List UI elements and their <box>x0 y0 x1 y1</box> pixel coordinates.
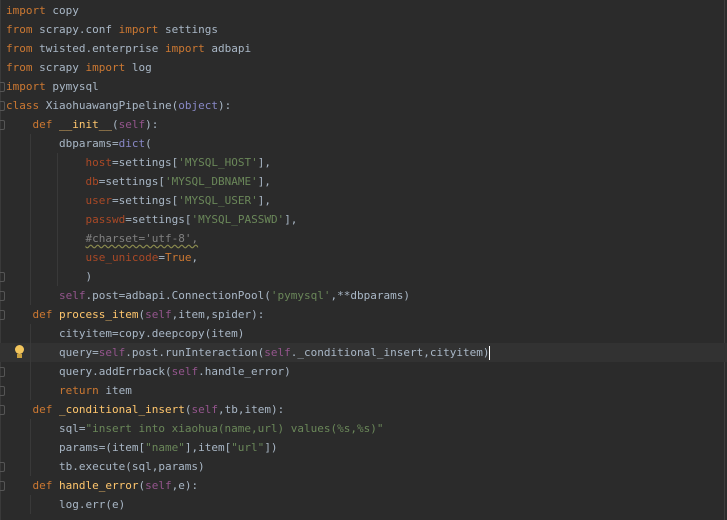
code-line[interactable]: from twisted.enterprise import adbapi <box>0 39 727 58</box>
code-line[interactable]: host=settings['MYSQL_HOST'], <box>0 153 727 172</box>
code-text: passwd=settings['MYSQL_PASSWD'], <box>85 213 298 226</box>
code-line[interactable]: db=settings['MYSQL_DBNAME'], <box>0 172 727 191</box>
code-line[interactable]: tb.execute(sql,params) <box>0 457 727 476</box>
code-text: from twisted.enterprise import adbapi <box>6 42 252 55</box>
fold-marker-icon[interactable] <box>0 481 5 491</box>
code-text: log.err(e) <box>6 498 126 511</box>
code-text: import pymysql <box>6 80 99 93</box>
code-line[interactable]: from scrapy.conf import settings <box>0 20 727 39</box>
code-line[interactable]: params=(item["name"],item["url"]) <box>0 438 727 457</box>
code-text: from scrapy import log <box>6 61 152 74</box>
code-line[interactable]: passwd=settings['MYSQL_PASSWD'], <box>0 210 727 229</box>
code-line[interactable]: return item <box>0 381 727 400</box>
code-line[interactable]: query.addErrback(self.handle_error) <box>0 362 727 381</box>
code-line[interactable]: query=self.post.runInteraction(self._con… <box>0 343 727 362</box>
code-line[interactable]: class XiaohuawangPipeline(object): <box>0 96 727 115</box>
code-text: tb.execute(sql,params) <box>6 460 205 473</box>
code-text: def __init__(self): <box>32 118 159 131</box>
code-text: self.post=adbapi.ConnectionPool('pymysql… <box>58 289 411 302</box>
code-line[interactable]: dbparams=dict( <box>0 134 727 153</box>
code-text: host=settings['MYSQL_HOST'], <box>85 156 271 169</box>
fold-marker-icon[interactable] <box>0 272 5 282</box>
code-text: sql="insert into xiaohua(name,url) value… <box>6 422 384 435</box>
fold-marker-icon[interactable] <box>0 310 5 320</box>
fold-marker-icon[interactable] <box>0 120 5 130</box>
fold-marker-icon[interactable] <box>0 367 5 377</box>
code-line[interactable]: import copy <box>0 1 727 20</box>
code-line[interactable]: self.post=adbapi.ConnectionPool('pymysql… <box>0 286 727 305</box>
code-line[interactable]: #charset='utf-8', <box>0 229 727 248</box>
code-text: class XiaohuawangPipeline(object): <box>6 99 232 112</box>
code-text: from scrapy.conf import settings <box>6 23 218 36</box>
code-line[interactable]: cityitem=copy.deepcopy(item) <box>0 324 727 343</box>
code-text: def process_item(self,item,spider): <box>32 308 265 321</box>
code-text: def handle_error(self,e): <box>32 479 199 492</box>
code-line[interactable]: use_unicode=True, <box>0 248 727 267</box>
text-caret <box>489 346 491 360</box>
fold-marker-icon[interactable] <box>0 462 5 472</box>
code-text: use_unicode=True, <box>85 251 199 264</box>
fold-marker-icon[interactable] <box>0 101 5 111</box>
code-text: #charset='utf-8', <box>85 232 199 245</box>
code-text: ) <box>6 270 93 283</box>
code-text: import copy <box>6 4 79 17</box>
fold-marker-icon[interactable] <box>0 405 5 415</box>
code-line[interactable]: log.err(e) <box>0 495 727 514</box>
code-text: db=settings['MYSQL_DBNAME'], <box>85 175 271 188</box>
code-line[interactable]: def __init__(self): <box>0 115 727 134</box>
code-line[interactable]: def handle_error(self,e): <box>0 476 727 495</box>
code-text: user=settings['MYSQL_USER'], <box>85 194 271 207</box>
code-text: def _conditional_insert(self,tb,item): <box>32 403 285 416</box>
code-text: return item <box>58 384 132 397</box>
code-line[interactable]: user=settings['MYSQL_USER'], <box>0 191 727 210</box>
code-line[interactable]: from scrapy import log <box>0 58 727 77</box>
code-editor[interactable]: import copy from scrapy.conf import setti… <box>0 0 727 520</box>
code-line[interactable]: def process_item(self,item,spider): <box>0 305 727 324</box>
code-line[interactable]: def _conditional_insert(self,tb,item): <box>0 400 727 419</box>
code-text: query=self.post.runInteraction(self._con… <box>6 346 491 360</box>
fold-marker-icon[interactable] <box>0 82 5 92</box>
fold-marker-icon[interactable] <box>0 386 5 396</box>
code-line[interactable]: ) <box>0 267 727 286</box>
code-text: params=(item["name"],item["url"]) <box>6 441 278 454</box>
code-line[interactable]: import pymysql <box>0 77 727 96</box>
code-text: dbparams=dict( <box>6 137 152 150</box>
code-text: query.addErrback(self.handle_error) <box>6 365 291 378</box>
code-text: cityitem=copy.deepcopy(item) <box>6 327 245 340</box>
fold-marker-icon[interactable] <box>0 291 5 301</box>
code-line[interactable]: sql="insert into xiaohua(name,url) value… <box>0 419 727 438</box>
